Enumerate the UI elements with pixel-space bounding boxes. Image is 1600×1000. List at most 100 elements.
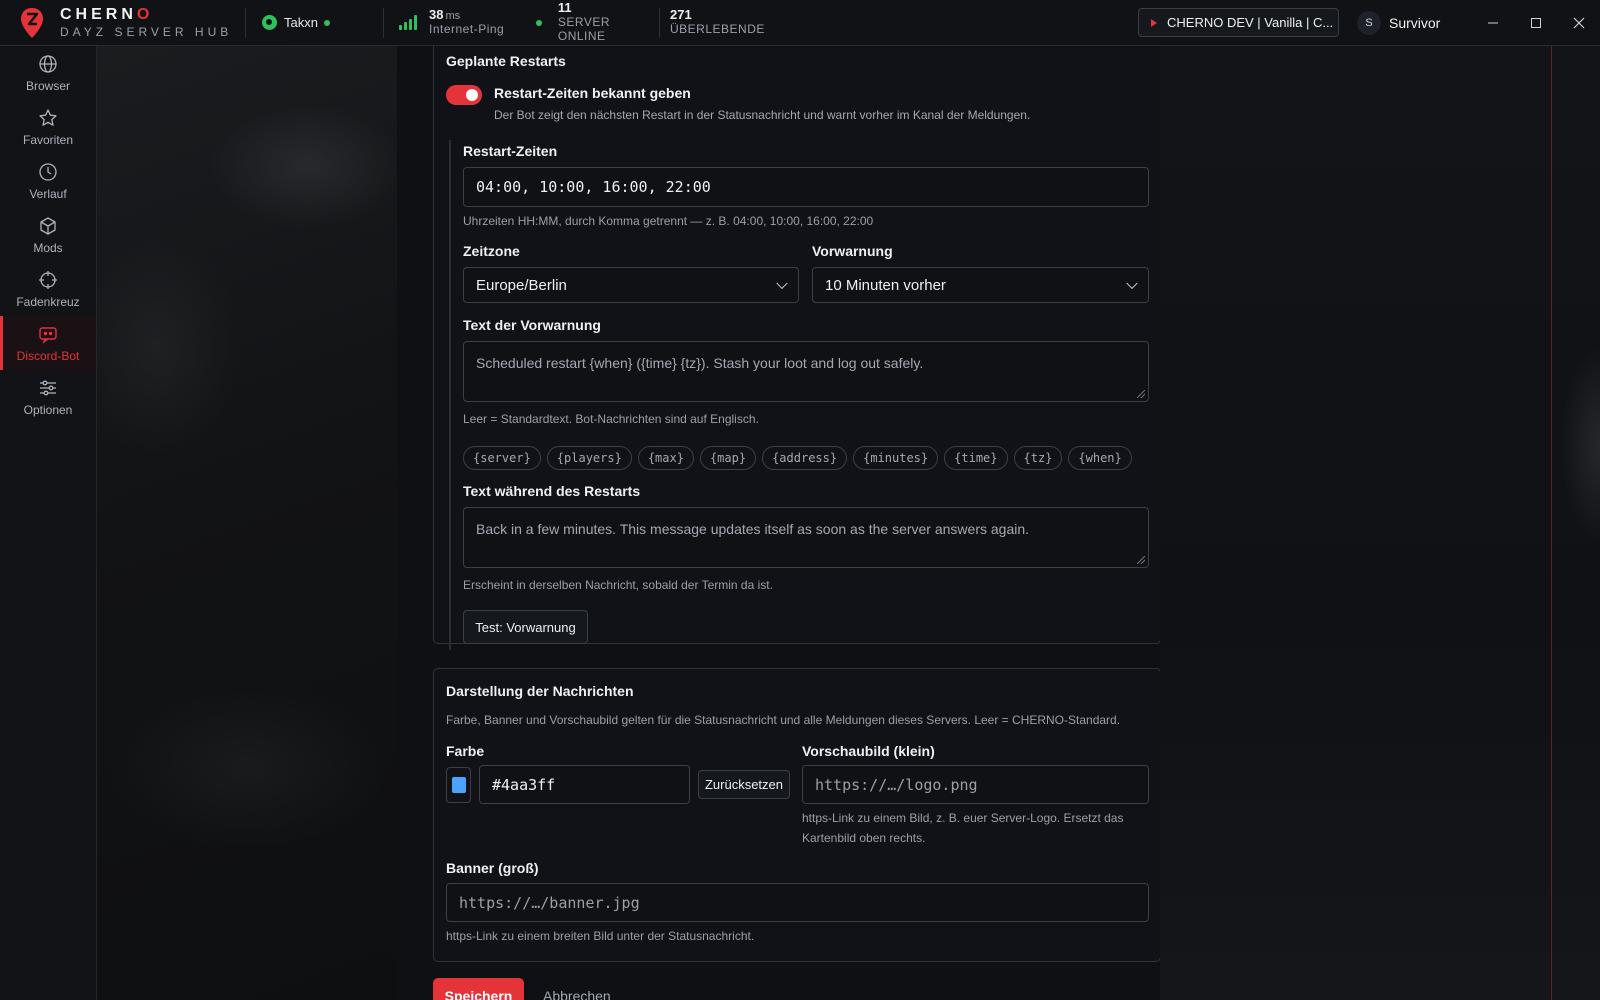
sidebar-item-label: Verlauf xyxy=(29,186,67,201)
indent-bar xyxy=(449,140,451,650)
warning-label: Vorwarnung xyxy=(812,243,893,259)
placeholder-chip[interactable]: {players} xyxy=(546,446,632,470)
online-dot-icon xyxy=(536,19,542,26)
close-icon xyxy=(1573,17,1584,29)
thumbnail-hint: https-Link zu einem Bild, z. B. euer Ser… xyxy=(802,811,1124,845)
scheduled-restarts-card: Geplante Restarts Restart-Zeiten bekannt… xyxy=(433,46,1160,650)
banner-url-placeholder: https://…/banner.jpg xyxy=(459,893,640,912)
minimize-icon xyxy=(1487,22,1498,24)
servers-online-stat: 11 SERVER ONLINE xyxy=(522,0,659,44)
sidebar-item-browser[interactable]: Browser xyxy=(0,46,96,100)
globe-icon xyxy=(39,54,57,73)
warning-text-placeholder: Scheduled restart {when} ({time} {tz}). … xyxy=(476,355,924,371)
thumbnail-label: Vorschaubild (klein) xyxy=(802,743,935,759)
sidebar-item-label: Discord-Bot xyxy=(16,348,80,363)
appearance-description: Farbe, Banner und Vorschaubild gelten fü… xyxy=(446,713,1121,727)
sidebar-item-label: Optionen xyxy=(23,402,73,417)
during-restart-label: Text während des Restarts xyxy=(463,483,641,499)
warning-value: 10 Minuten vorher xyxy=(825,276,946,294)
restart-times-hint: Uhrzeiten HH:MM, durch Komma getrennt — … xyxy=(463,214,874,228)
servers-online-label: SERVER ONLINE xyxy=(557,15,610,43)
color-hex-input[interactable]: #4aa3ff xyxy=(479,765,690,804)
color-swatch-button[interactable] xyxy=(446,767,471,803)
sidebar-item-mods[interactable]: Mods xyxy=(0,208,96,262)
warning-text-label: Text der Vorwarnung xyxy=(463,317,601,333)
during-restart-placeholder: Back in a few minutes. This message upda… xyxy=(476,521,1030,537)
timezone-label: Zeitzone xyxy=(463,243,520,259)
minimize-button[interactable] xyxy=(1471,0,1514,46)
message-appearance-card: Darstellung der Nachrichten Farbe, Banne… xyxy=(433,668,1160,962)
ping-label: Internet-Ping xyxy=(429,22,505,37)
ping-value: 38 xyxy=(429,7,444,23)
chevron-down-icon xyxy=(1126,277,1138,290)
sidebar-item-discord-bot[interactable]: Discord-Bot xyxy=(0,316,96,370)
thumbnail-url-input[interactable]: https://…/logo.png xyxy=(802,765,1149,804)
ping-stat: 38 ms Internet-Ping xyxy=(384,7,522,37)
current-server-name: CHERNO DEV | Vanilla | C... xyxy=(1167,15,1334,30)
sidebar-item-label: Fadenkreuz xyxy=(16,294,80,309)
maximize-icon xyxy=(1530,18,1541,28)
background-scene xyxy=(97,46,397,1000)
banner-hint: https-Link zu einem breiten Bild unter d… xyxy=(446,929,755,943)
signal-bars-icon xyxy=(399,14,419,31)
announce-restarts-description: Der Bot zeigt den nächsten Restart in de… xyxy=(494,108,1031,122)
placeholder-chip[interactable]: {tz} xyxy=(1013,446,1063,470)
warning-text-input[interactable]: Scheduled restart {when} ({time} {tz}). … xyxy=(463,341,1149,402)
reset-color-button[interactable]: Zurücksetzen xyxy=(698,770,790,799)
announce-restarts-label: Restart-Zeiten bekannt geben xyxy=(494,85,691,101)
sidebar-item-label: Mods xyxy=(33,240,63,255)
sidebar-item-history[interactable]: Verlauf xyxy=(0,154,96,208)
banner-url-input[interactable]: https://…/banner.jpg xyxy=(446,883,1149,922)
app-logo[interactable]: CHERNO DAYZ SERVER HUB xyxy=(0,0,245,46)
sidebar-item-crosshair[interactable]: Fadenkreuz xyxy=(0,262,96,316)
timezone-value: Europe/Berlin xyxy=(476,276,567,294)
close-window-button[interactable] xyxy=(1557,0,1600,46)
warning-select[interactable]: 10 Minuten vorher xyxy=(812,267,1149,303)
during-restart-input[interactable]: Back in a few minutes. This message upda… xyxy=(463,507,1149,568)
crosshair-icon xyxy=(39,270,57,289)
banner-label: Banner (groß) xyxy=(446,860,539,876)
clock-icon xyxy=(39,162,57,181)
main-content: Geplante Restarts Restart-Zeiten bekannt… xyxy=(397,46,1160,1000)
sidebar-item-label: Favoriten xyxy=(22,132,74,147)
avatar: S xyxy=(1357,11,1381,35)
profile-menu[interactable]: S Survivor xyxy=(1357,11,1440,35)
announce-restarts-toggle[interactable] xyxy=(446,85,482,105)
section-title: Darstellung der Nachrichten xyxy=(446,683,634,699)
maximize-button[interactable] xyxy=(1514,0,1557,46)
cancel-button[interactable]: Abbrechen xyxy=(543,988,611,1000)
cube-icon xyxy=(40,216,56,235)
timezone-select[interactable]: Europe/Berlin xyxy=(463,267,799,303)
sidebar-item-label: Browser xyxy=(25,78,70,93)
steam-username: Takxn xyxy=(284,15,318,30)
placeholder-chips: {server} {players} {max} {map} {address}… xyxy=(463,446,1132,470)
background-scene-right xyxy=(1160,46,1600,1000)
steam-icon xyxy=(262,15,277,30)
sidebar-item-options[interactable]: Optionen xyxy=(0,370,96,424)
steam-user[interactable]: Takxn xyxy=(246,15,383,30)
test-warning-button[interactable]: Test: Vorwarnung xyxy=(463,610,588,644)
placeholder-chip[interactable]: {when} xyxy=(1068,446,1132,470)
logo-subtitle: DAYZ SERVER HUB xyxy=(60,25,233,39)
ping-unit: ms xyxy=(445,10,461,23)
chevron-down-icon xyxy=(776,277,788,290)
sidebar-item-favorites[interactable]: Favoriten xyxy=(0,100,96,154)
placeholder-chip[interactable]: {max} xyxy=(637,446,694,470)
star-icon xyxy=(39,108,57,126)
placeholder-chip[interactable]: {time} xyxy=(944,446,1008,470)
survivors-value: 271 xyxy=(670,7,692,23)
restart-times-value: 04:00, 10:00, 16:00, 22:00 xyxy=(476,178,711,196)
sliders-icon xyxy=(40,380,56,395)
color-label: Farbe xyxy=(446,743,485,759)
placeholder-chip[interactable]: {server} xyxy=(463,446,541,470)
section-title: Geplante Restarts xyxy=(446,53,566,69)
save-button[interactable]: Speichern xyxy=(433,978,524,1000)
survivors-stat: 271 ÜBERLEBENDE xyxy=(660,7,810,37)
current-server-button[interactable]: CHERNO DEV | Vanilla | C... xyxy=(1138,8,1339,37)
color-swatch xyxy=(451,777,466,793)
restart-times-input[interactable]: 04:00, 10:00, 16:00, 22:00 xyxy=(463,167,1149,207)
survivors-label: ÜBERLEBENDE xyxy=(670,22,765,37)
placeholder-chip[interactable]: {map} xyxy=(699,446,757,470)
placeholder-chip[interactable]: {address} xyxy=(762,446,848,470)
placeholder-chip[interactable]: {minutes} xyxy=(853,446,939,470)
